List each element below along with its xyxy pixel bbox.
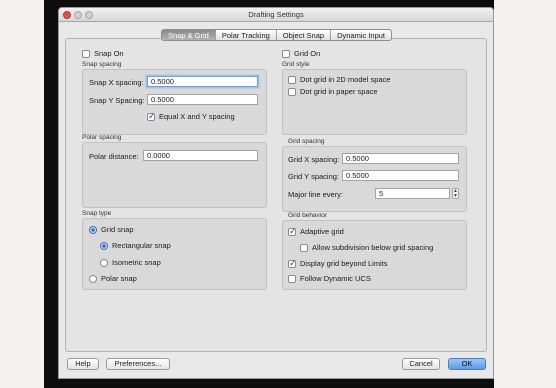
polar-snap-label: Polar snap: [101, 274, 137, 283]
polar-distance-input[interactable]: 0.0000: [143, 150, 258, 161]
snap-y-label: Snap Y Spacing:: [89, 96, 145, 105]
isometric-snap-label: Isometric snap: [112, 258, 161, 267]
major-line-stepper[interactable]: ▲ ▼: [452, 188, 459, 199]
equal-xy-spacing-checkbox[interactable]: Equal X and Y spacing: [147, 111, 235, 122]
zoom-window-button[interactable]: [85, 11, 93, 19]
major-line-input[interactable]: 5: [375, 188, 450, 199]
equal-xy-label: Equal X and Y spacing: [159, 112, 235, 121]
isometric-snap-radio-dot[interactable]: [100, 258, 108, 267]
minimize-window-button[interactable]: [74, 11, 82, 19]
tab-bar: Snap & Grid Polar Tracking Object Snap D…: [161, 29, 393, 41]
preferences-button[interactable]: Preferences...: [106, 358, 170, 370]
display-beyond-limits-box[interactable]: [288, 258, 297, 269]
grid-y-spacing-input[interactable]: 0.5000: [342, 170, 459, 181]
snap-y-spacing-input[interactable]: 0.5000: [147, 94, 258, 105]
ok-button[interactable]: OK: [448, 358, 486, 370]
snap-x-label: Snap X spacing:: [89, 78, 144, 87]
grid-snap-label: Grid snap: [101, 225, 134, 234]
major-line-label: Major line every:: [288, 190, 344, 199]
dot-grid-paper-checkbox[interactable]: Dot grid in paper space: [288, 87, 378, 96]
rectangular-snap-radio-dot[interactable]: [100, 241, 108, 250]
isometric-snap-radio[interactable]: Isometric snap: [100, 258, 161, 267]
dot-grid-paper-box[interactable]: [288, 87, 296, 96]
grid-on-label: Grid On: [294, 49, 321, 58]
rectangular-snap-radio[interactable]: Rectangular snap: [100, 241, 171, 250]
cancel-button[interactable]: Cancel: [402, 358, 440, 370]
display-beyond-limits-checkbox[interactable]: Display grid beyond Limits: [288, 258, 388, 269]
polar-distance-label: Polar distance:: [89, 152, 139, 161]
help-button[interactable]: Help: [67, 358, 99, 370]
close-window-button[interactable]: [63, 11, 71, 19]
tab-polar-tracking[interactable]: Polar Tracking: [216, 30, 277, 40]
follow-dynamic-ucs-box[interactable]: [288, 274, 296, 283]
dot-grid-model-checkbox[interactable]: Dot grid in 2D model space: [288, 75, 390, 84]
grid-on-box[interactable]: [282, 49, 290, 58]
stepper-down-icon[interactable]: ▼: [453, 193, 458, 199]
adaptive-grid-checkbox[interactable]: Adaptive grid: [288, 226, 344, 237]
snap-type-group-label: Snap type: [82, 210, 112, 217]
display-beyond-limits-label: Display grid beyond Limits: [300, 259, 388, 268]
snap-on-label: Snap On: [94, 49, 124, 58]
dot-grid-model-box[interactable]: [288, 75, 296, 84]
tab-snap-grid[interactable]: Snap & Grid: [162, 30, 216, 40]
grid-style-group-label: Grid style: [282, 61, 310, 68]
grid-x-spacing-input[interactable]: 0.5000: [342, 153, 459, 164]
grid-snap-radio-dot[interactable]: [89, 225, 97, 234]
allow-subdivision-checkbox[interactable]: Allow subdivision below grid spacing: [300, 243, 433, 252]
tab-object-snap[interactable]: Object Snap: [277, 30, 332, 40]
grid-behavior-group-label: Grid behavior: [288, 212, 328, 219]
snap-on-box[interactable]: [82, 49, 90, 58]
dot-grid-model-label: Dot grid in 2D model space: [300, 75, 391, 84]
snap-spacing-group-label: Snap spacing: [82, 61, 122, 68]
rectangular-snap-label: Rectangular snap: [112, 241, 171, 250]
follow-dynamic-ucs-label: Follow Dynamic UCS: [300, 274, 371, 283]
grid-y-label: Grid Y spacing:: [288, 172, 340, 181]
grid-spacing-group-label: Grid spacing: [288, 138, 325, 145]
polar-snap-radio-dot[interactable]: [89, 274, 97, 283]
snap-on-checkbox[interactable]: Snap On: [82, 49, 124, 58]
grid-snap-radio[interactable]: Grid snap: [89, 225, 134, 234]
allow-subdivision-box[interactable]: [300, 243, 308, 252]
grid-on-checkbox[interactable]: Grid On: [282, 49, 320, 58]
follow-dynamic-ucs-checkbox[interactable]: Follow Dynamic UCS: [288, 274, 371, 283]
polar-spacing-group-label: Polar spacing: [82, 134, 122, 141]
adaptive-grid-label: Adaptive grid: [300, 227, 344, 236]
window-title: Drafting Settings: [248, 10, 304, 19]
grid-x-label: Grid X spacing:: [288, 155, 340, 164]
adaptive-grid-box[interactable]: [288, 226, 297, 237]
equal-xy-box[interactable]: [147, 111, 156, 122]
polar-snap-radio[interactable]: Polar snap: [89, 274, 137, 283]
snap-x-spacing-input[interactable]: 0.5000: [147, 76, 258, 87]
title-bar: Drafting Settings: [59, 8, 493, 22]
allow-subdivision-label: Allow subdivision below grid spacing: [312, 243, 434, 252]
dot-grid-paper-label: Dot grid in paper space: [300, 87, 378, 96]
drafting-settings-dialog: Drafting Settings Snap & Grid Polar Trac…: [58, 7, 494, 379]
tab-dynamic-input[interactable]: Dynamic Input: [331, 30, 391, 40]
